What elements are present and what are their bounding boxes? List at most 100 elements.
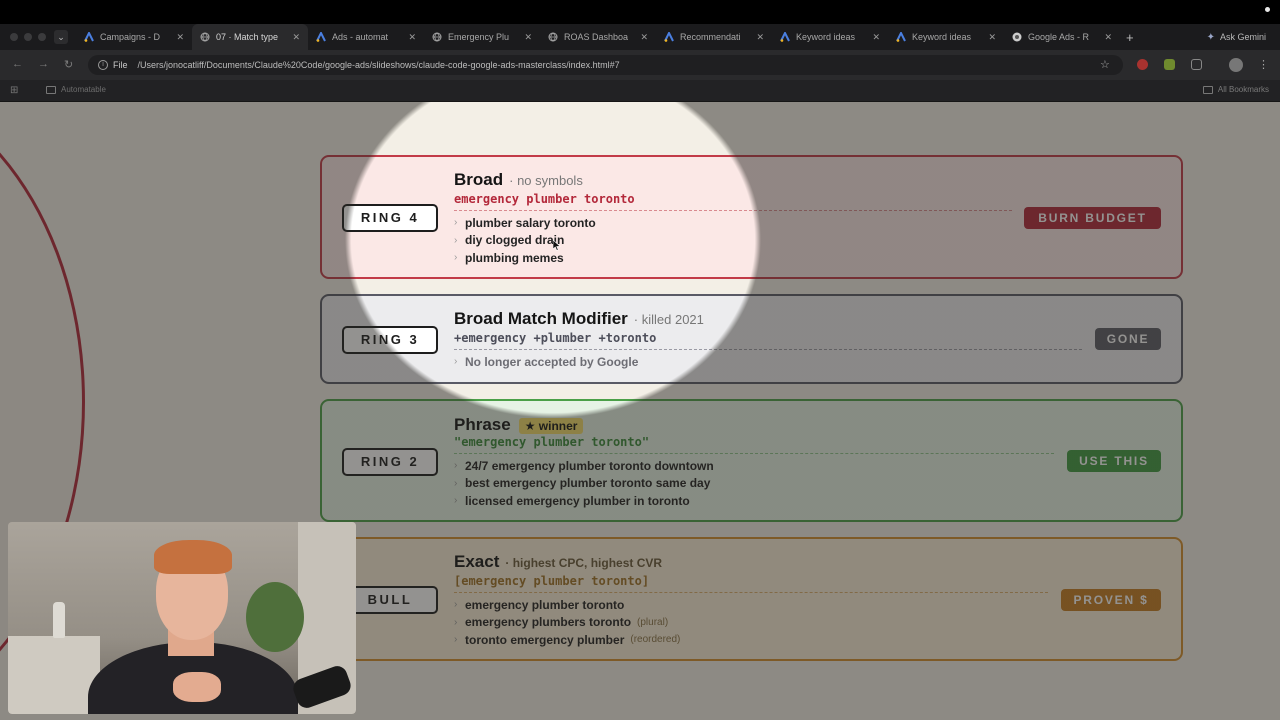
url-field[interactable]: i File /Users/jonocatliff/Documents/Clau… [88,55,1123,75]
list-item: › emergency plumber toronto [454,597,625,612]
divider [454,592,1048,593]
match-type-title: Broad Match Modifier [454,309,628,328]
extensions-puzzle-icon[interactable] [1191,59,1202,70]
tab-recommendations[interactable]: Recommendati ✕ [656,24,772,50]
back-arrow-icon[interactable]: ← [12,58,23,70]
globe-icon [200,32,210,42]
list-item: › best emergency plumber toronto same day [454,476,711,491]
chrome-icon [1012,32,1022,42]
tab-ads-automat[interactable]: Ads - automat ✕ [308,24,424,50]
screen-top-bar [0,0,1280,24]
google-ads-icon [664,32,674,42]
folder-icon [46,85,56,94]
presenter-hair [154,540,232,574]
reload-icon[interactable]: ↻ [64,58,73,71]
match-type-note: · highest CPC, highest CVR [505,556,663,570]
example-queries: › No longer accepted by Google [454,353,638,371]
chevron-right-icon: › [454,495,458,507]
more-menu-icon[interactable]: ⋮ [1258,58,1269,71]
new-tab-button[interactable]: + [1126,30,1134,45]
tab-strip: ⌄ Campaigns - D ✕ 07 · Match type ✕ Ads … [0,24,1280,50]
list-item: › 24/7 emergency plumber toronto downtown [454,458,714,473]
card-heading: Exact · highest CPC, highest CVR [454,552,662,572]
list-item: › No longer accepted by Google [454,354,639,369]
close-icon[interactable]: ✕ [176,32,184,43]
match-type-title: Phrase [454,415,511,434]
keyword-syntax: +emergency +plumber +toronto [454,331,657,345]
ring-label: RING 2 [342,448,438,476]
match-type-note: · no symbols [509,173,583,188]
maximize-window-button[interactable] [38,33,46,41]
tab-match-type[interactable]: 07 · Match type ✕ [192,24,308,50]
chevron-right-icon: › [454,616,458,628]
chevron-right-icon: › [454,477,458,489]
match-type-title: Broad [454,170,504,189]
tab-roas-dashboard[interactable]: ROAS Dashboa ✕ [540,24,656,50]
close-icon[interactable]: ✕ [988,32,996,43]
mouse-cursor-icon [553,240,561,251]
gemini-sparkle-icon: ✦ [1206,31,1215,43]
winner-badge: ★ winner [518,418,584,434]
extension-record-icon[interactable] [1137,59,1148,70]
google-ads-icon [896,32,906,42]
bookmark-star-icon[interactable]: ☆ [1100,58,1110,71]
close-window-button[interactable] [10,33,18,41]
chevron-right-icon: › [454,460,458,472]
bookmarks-bar: ⊞ Automatable All Bookmarks [0,80,1280,102]
close-icon[interactable]: ✕ [640,32,648,43]
url-text: /Users/jonocatliff/Documents/Claude%20Co… [137,60,620,70]
query-tag: (plural) [637,616,669,628]
google-ads-icon [780,32,790,42]
card-heading: Phrase ★ winner [454,415,584,435]
minimize-window-button[interactable] [24,33,32,41]
tab-emergency-plumber[interactable]: Emergency Plu ✕ [424,24,540,50]
tab-search-chevron-icon[interactable]: ⌄ [54,30,68,44]
close-icon[interactable]: ✕ [872,32,880,43]
ask-gemini-button[interactable]: ✦ Ask Gemini [1207,24,1266,50]
status-badge: PROVEN $ [1061,589,1161,611]
list-item: › licensed emergency plumber in toronto [454,493,690,508]
example-queries: › emergency plumber toronto › emergency pl… [454,596,680,649]
globe-icon [548,32,558,42]
status-badge: BURN BUDGET [1024,207,1161,229]
tab-google-ads[interactable]: Google Ads - R ✕ [1004,24,1120,50]
chevron-right-icon: › [454,217,458,229]
list-item: › toronto emergency plumber (reordered) [454,632,681,647]
close-icon[interactable]: ✕ [1104,32,1112,43]
tabs: Campaigns - D ✕ 07 · Match type ✕ Ads - … [76,24,1120,50]
chevron-right-icon: › [454,599,458,611]
chevron-right-icon: › [454,356,458,368]
ring-label: BULL [342,586,438,614]
tab-campaigns[interactable]: Campaigns - D ✕ [76,24,192,50]
forward-arrow-icon[interactable]: → [38,58,49,70]
info-icon[interactable]: i [98,60,108,70]
ring-label: RING 3 [342,326,438,354]
close-icon[interactable]: ✕ [408,32,416,43]
tab-keyword-ideas-1[interactable]: Keyword ideas ✕ [772,24,888,50]
card-heading: Broad Match Modifier · killed 2021 [454,309,704,329]
apps-grid-icon[interactable]: ⊞ [10,85,18,96]
webcam-overlay [8,522,356,714]
close-icon[interactable]: ✕ [524,32,532,43]
ring-card-broad-match-modifier: RING 3 Broad Match Modifier · killed 202… [320,294,1183,384]
presenter-hand [173,672,221,702]
webcam-plant [246,582,304,652]
divider [454,210,1012,211]
chevron-right-icon: › [454,634,458,646]
tab-keyword-ideas-2[interactable]: Keyword ideas ✕ [888,24,1004,50]
all-bookmarks-button[interactable]: All Bookmarks [1202,85,1269,94]
ring-card-exact: BULL Exact · highest CPC, highest CVR [e… [320,537,1183,661]
extension-pen-icon[interactable] [1164,59,1175,70]
query-tag: (reordered) [630,634,681,646]
recording-indicator [1265,7,1270,12]
chevron-right-icon: › [454,252,458,264]
profile-avatar[interactable] [1229,58,1243,72]
bookmark-folder-automatable[interactable]: Automatable [46,85,106,94]
status-badge: USE THIS [1067,450,1161,472]
match-type-title: Exact [454,552,500,571]
close-icon[interactable]: ✕ [756,32,764,43]
webcam-counter [8,636,100,714]
keyword-syntax: "emergency plumber toronto" [454,435,650,449]
close-icon[interactable]: ✕ [292,32,300,43]
list-item: › diy clogged drain [454,233,565,248]
